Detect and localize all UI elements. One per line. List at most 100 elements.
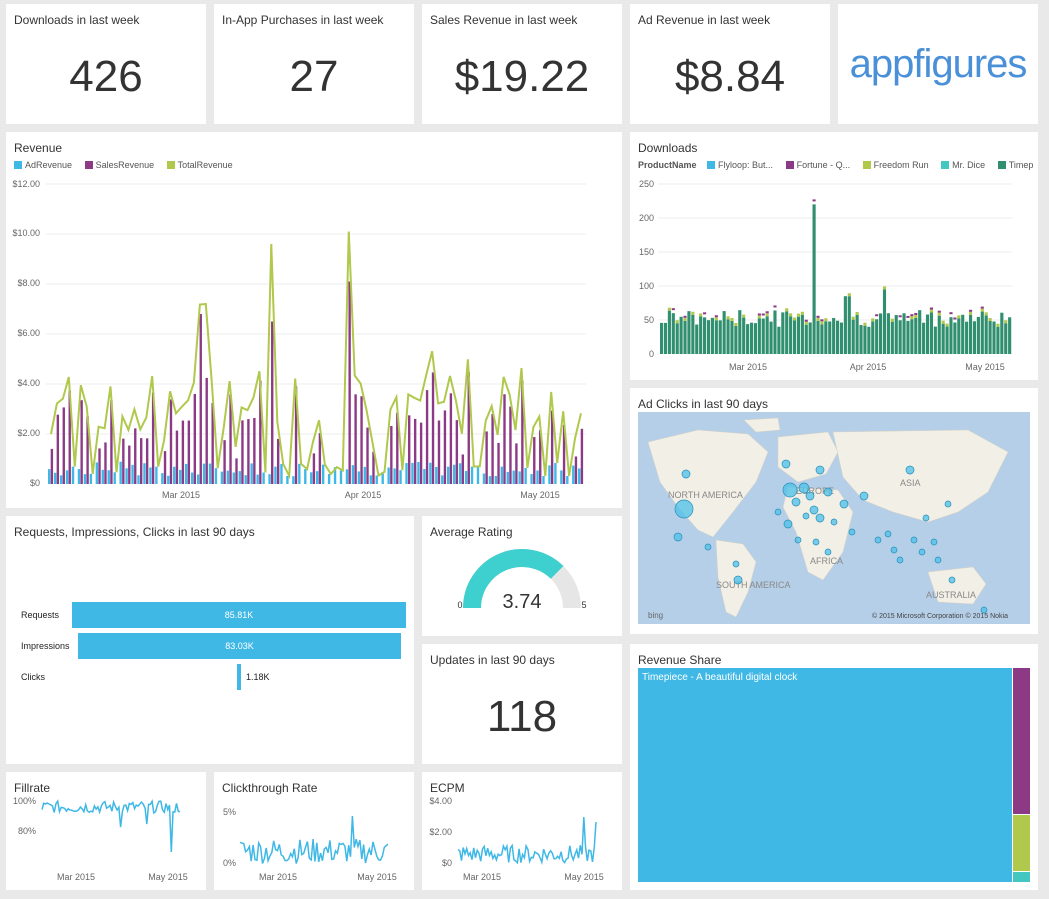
tile-title: Updates in last 90 days <box>430 653 555 667</box>
y-tick: $2.00 <box>17 428 40 438</box>
download-bar <box>1000 312 1004 354</box>
ad-revenue-bar <box>423 469 426 484</box>
download-bar <box>699 316 703 354</box>
map-dot <box>704 543 712 551</box>
y-tick: 50 <box>644 315 654 325</box>
map-dot <box>774 508 782 516</box>
download-bar <box>914 317 918 354</box>
x-tick: Apr 2015 <box>345 490 382 500</box>
purchases-kpi-tile[interactable]: In-App Purchases in last week 27 <box>214 4 414 124</box>
ad-revenue-bar <box>494 475 498 484</box>
download-bar-segment <box>699 313 703 317</box>
download-bar-segment <box>742 314 746 318</box>
appfigures-logo: appfigures <box>849 42 1028 86</box>
download-bar <box>679 316 683 354</box>
download-bar-segment <box>675 320 679 324</box>
ad-revenue-bar <box>226 470 230 484</box>
ctr-chart: 5% 0% Mar 2015 May 2015 <box>223 807 397 882</box>
y-tick: 100 <box>639 281 654 291</box>
map-dot <box>930 538 938 546</box>
sales-kpi-tile[interactable]: Sales Revenue in last week $19.22 <box>422 4 622 124</box>
download-bar-segment <box>890 318 894 322</box>
download-bar-segment <box>804 321 808 325</box>
fillrate-chart: 100% 80% Mar 2015 May 2015 <box>13 796 188 882</box>
sales-revenue-bar <box>199 314 202 484</box>
download-bar <box>714 320 718 354</box>
download-bar-segment <box>804 319 808 322</box>
downloads-kpi-tile[interactable]: Downloads in last week 426 <box>6 4 206 124</box>
sales-revenue-bar <box>241 420 244 484</box>
tile-title: Ad Clicks in last 90 days <box>638 397 769 411</box>
download-bar <box>796 316 801 354</box>
download-bar <box>738 310 742 354</box>
kpi-value: $19.22 <box>454 52 590 101</box>
download-bar <box>675 323 679 354</box>
ad-revenue-bar <box>578 468 581 484</box>
map-dot <box>874 536 882 544</box>
downloads-chart-tile[interactable]: Downloads ProductName Flyloop: But... Fo… <box>630 132 1038 380</box>
map-dot <box>781 459 791 469</box>
clicks-bar[interactable] <box>237 664 241 690</box>
download-bar-segment <box>714 317 718 321</box>
average-rating-tile[interactable]: Average Rating 3.74 0 5 <box>422 516 622 636</box>
region-label: ASIA <box>900 478 921 488</box>
map-dot <box>859 491 869 501</box>
treemap-fortune[interactable] <box>1013 668 1030 814</box>
ad-revenue-kpi-tile[interactable]: Ad Revenue in last week $8.84 <box>630 4 830 124</box>
map-dot <box>809 505 819 515</box>
download-bar <box>1004 323 1008 354</box>
download-bar <box>871 321 875 354</box>
map-dot <box>815 513 825 523</box>
revenue-chart-tile[interactable]: Revenue AdRevenue SalesRevenue TotalReve… <box>6 132 622 508</box>
ad-revenue-bar <box>542 476 545 484</box>
world-map[interactable]: NORTH AMERICA EUROPE ASIA AFRICA SOUTH A… <box>638 412 1030 624</box>
ad-clicks-map-tile[interactable]: Ad Clicks in last 90 days NORTH AMERICA … <box>630 388 1038 634</box>
map-dot <box>783 519 793 529</box>
download-bar <box>953 322 957 354</box>
revenue-share-tile[interactable]: Revenue Share Timepiece - A beautiful di… <box>630 644 1038 890</box>
fillrate-tile[interactable]: Fillrate 100% 80% Mar 2015 May 2015 <box>6 772 206 890</box>
download-bar-segment <box>816 315 820 318</box>
ad-revenue-bar <box>447 466 450 484</box>
y-tick: 250 <box>639 179 654 189</box>
treemap-timepiece[interactable]: Timepiece - A beautiful digital clock <box>638 668 1012 882</box>
download-bar <box>949 317 953 354</box>
x-tick: May 2015 <box>564 872 604 882</box>
download-bar-segment <box>929 307 933 310</box>
download-bar <box>976 316 980 354</box>
y-tick: 0% <box>223 858 236 868</box>
ad-revenue-bar <box>327 474 331 484</box>
map-svg: NORTH AMERICA EUROPE ASIA AFRICA SOUTH A… <box>647 417 1009 620</box>
tile-title: Revenue Share <box>638 653 722 667</box>
download-bar-segment <box>785 308 789 312</box>
sales-revenue-bar <box>271 321 274 484</box>
map-dot <box>944 500 952 508</box>
requests-impressions-clicks-tile[interactable]: Requests, Impressions, Clicks in last 90… <box>6 516 414 764</box>
sales-revenue-bar <box>128 445 131 484</box>
map-dot <box>922 514 930 522</box>
bing-logo: bing <box>648 611 663 620</box>
tile-title: Sales Revenue in last week <box>430 13 578 27</box>
ecpm-tile[interactable]: ECPM $4.00 $2.00 $0 Mar 2015 May 2015 <box>422 772 622 890</box>
treemap-mr-dice[interactable] <box>1013 872 1030 882</box>
ad-revenue-bar <box>429 462 432 484</box>
updates-kpi-tile[interactable]: Updates in last 90 days 118 <box>422 644 622 764</box>
row-label: Clicks <box>21 672 45 682</box>
map-dot <box>815 465 825 475</box>
sales-revenue-bar <box>235 458 238 484</box>
ad-revenue-bar <box>345 469 349 484</box>
treemap-freedom-run[interactable] <box>1013 815 1030 871</box>
logo-tile[interactable]: appfigures <box>838 4 1038 124</box>
download-bar <box>804 324 808 354</box>
download-bar <box>906 320 910 354</box>
ad-revenue-bar <box>441 475 444 484</box>
ad-revenue-bar <box>107 470 110 484</box>
download-bar-segment <box>667 307 671 311</box>
map-dot <box>673 532 683 542</box>
download-bar-segment <box>898 315 902 318</box>
map-dot <box>890 546 898 554</box>
download-bar <box>746 324 750 354</box>
download-bar-segment <box>937 312 941 316</box>
sales-revenue-bar <box>419 422 423 484</box>
clickthrough-rate-tile[interactable]: Clickthrough Rate 5% 0% Mar 2015 May 201… <box>214 772 414 890</box>
